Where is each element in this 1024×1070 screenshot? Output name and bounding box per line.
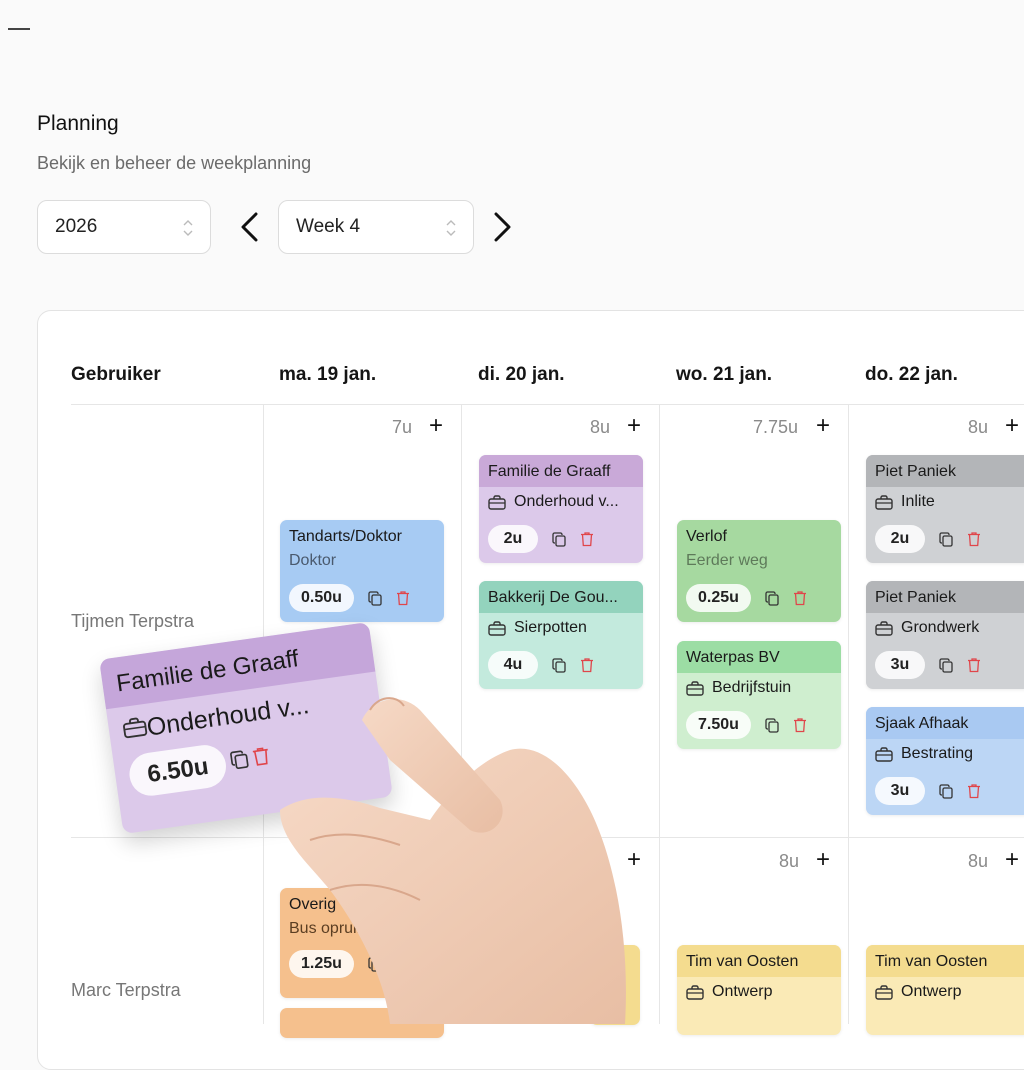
briefcase-icon (686, 985, 704, 1000)
copy-icon[interactable] (229, 749, 249, 770)
copy-icon[interactable] (765, 718, 779, 733)
day-total: 7.75u (752, 417, 798, 437)
page-subtitle: Bekijk en beheer de weekplanning (37, 153, 312, 173)
briefcase-icon (875, 747, 893, 762)
trash-icon[interactable] (396, 590, 410, 606)
planning-card[interactable]: Piet Paniek Grondwerk 3u (866, 581, 1024, 689)
planning-card[interactable]: Verlof Eerder weg 0.25u (677, 520, 841, 622)
card-subtitle: Doktor (289, 552, 337, 569)
briefcase-icon (875, 985, 893, 1000)
copy-icon[interactable] (939, 532, 953, 547)
briefcase-icon (875, 495, 893, 510)
copy-icon[interactable] (368, 591, 382, 606)
briefcase-icon (488, 621, 506, 636)
card-subtitle: Eerder weg (686, 552, 768, 569)
column-header-user: Gebruiker (71, 364, 161, 385)
year-select[interactable]: 2026 (37, 200, 211, 254)
briefcase-icon (122, 716, 149, 739)
column-header-day: di. 20 jan. (478, 364, 565, 385)
day-total: 8u (967, 417, 988, 437)
card-project: Onderhoud v... (514, 493, 619, 510)
select-chevron-icon (446, 220, 456, 236)
copy-icon[interactable] (552, 658, 566, 673)
trash-icon[interactable] (793, 717, 807, 733)
column-divider (659, 404, 660, 1024)
card-title: Familie de Graaff (479, 455, 643, 487)
day-total: 8u (967, 851, 988, 871)
card-title: Bakkerij De Gou... (479, 581, 643, 613)
trash-icon[interactable] (967, 531, 981, 547)
card-title: Tim van Oosten (677, 945, 841, 977)
hours-pill: 4u (488, 651, 538, 679)
card-title: Tandarts/Doktor (289, 528, 402, 545)
hours-pill: 2u (875, 525, 925, 553)
copy-icon[interactable] (552, 532, 566, 547)
card-project: Ontwerp (901, 983, 962, 1000)
page-title: Planning (37, 112, 119, 135)
card-title: Verlof (686, 528, 727, 545)
year-value: 2026 (55, 216, 98, 237)
planning-card[interactable]: Tandarts/Doktor Doktor 0.50u (280, 520, 444, 622)
planning-card[interactable]: Bakkerij De Gou... Sierpotten 4u (479, 581, 643, 689)
hours-pill: 2u (488, 525, 538, 553)
planning-card[interactable]: Piet Paniek Inlite 2u (866, 455, 1024, 563)
user-name: Tijmen Terpstra (71, 611, 195, 631)
plus-icon[interactable]: + (429, 414, 443, 438)
column-divider (848, 404, 849, 1024)
user-name: Marc Terpstra (71, 980, 181, 1000)
hours-pill: 0.25u (686, 584, 751, 612)
card-project: Ontwerp (712, 983, 773, 1000)
column-header-day: ma. 19 jan. (279, 364, 377, 385)
hours-pill: 0.50u (289, 584, 354, 612)
day-total: 8u (778, 851, 799, 871)
hours-pill: 3u (875, 651, 925, 679)
week-select[interactable]: Week 4 (278, 200, 474, 254)
briefcase-icon (686, 681, 704, 696)
trash-icon[interactable] (967, 657, 981, 673)
card-project: Inlite (901, 493, 935, 510)
copy-icon[interactable] (939, 784, 953, 799)
hours-pill: 3u (875, 777, 925, 805)
card-title: Tim van Oosten (866, 945, 1024, 977)
card-title: Piet Paniek (866, 581, 1024, 613)
trash-icon[interactable] (967, 783, 981, 799)
week-value: Week 4 (296, 216, 361, 237)
day-total: 7u (391, 417, 412, 437)
column-header-day: wo. 21 jan. (676, 364, 773, 385)
trash-icon[interactable] (580, 657, 594, 673)
plus-icon[interactable]: + (1005, 848, 1019, 872)
plus-icon[interactable]: + (816, 848, 830, 872)
briefcase-icon (875, 621, 893, 636)
plus-icon[interactable]: + (1005, 414, 1019, 438)
copy-icon[interactable] (765, 591, 779, 606)
copy-icon[interactable] (939, 658, 953, 673)
trash-icon[interactable] (793, 590, 807, 606)
planning-card[interactable]: Tim van Oosten Ontwerp (677, 945, 841, 1035)
plus-icon[interactable]: + (627, 414, 641, 438)
row-divider (71, 404, 1024, 405)
planning-card[interactable]: Waterpas BV Bedrijfstuin 7.50u (677, 641, 841, 749)
trash-icon[interactable] (580, 531, 594, 547)
hours-pill: 7.50u (686, 711, 751, 739)
card-project: Grondwerk (901, 619, 980, 636)
chevron-right-icon[interactable] (486, 208, 518, 246)
menu-icon[interactable] (8, 28, 30, 42)
column-header-day: do. 22 jan. (865, 364, 958, 385)
card-title: Piet Paniek (866, 455, 1024, 487)
hand-illustration (280, 697, 626, 1024)
plus-icon[interactable]: + (816, 414, 830, 438)
chevron-left-icon[interactable] (234, 208, 266, 246)
planning-card[interactable]: Tim van Oosten Ontwerp (866, 945, 1024, 1035)
card-project: Sierpotten (514, 619, 587, 636)
card-project: Bestrating (901, 745, 974, 762)
day-total: 8u (589, 417, 610, 437)
card-title: Sjaak Afhaak (866, 707, 1024, 739)
briefcase-icon (488, 495, 506, 510)
card-title: Waterpas BV (677, 641, 841, 673)
planning-card[interactable]: Familie de Graaff Onderhoud v... 2u (479, 455, 643, 563)
trash-icon[interactable] (251, 745, 272, 767)
planning-card[interactable]: Sjaak Afhaak Bestrating 3u (866, 707, 1024, 815)
card-project: Bedrijfstuin (712, 679, 792, 696)
select-chevron-icon (183, 220, 193, 236)
